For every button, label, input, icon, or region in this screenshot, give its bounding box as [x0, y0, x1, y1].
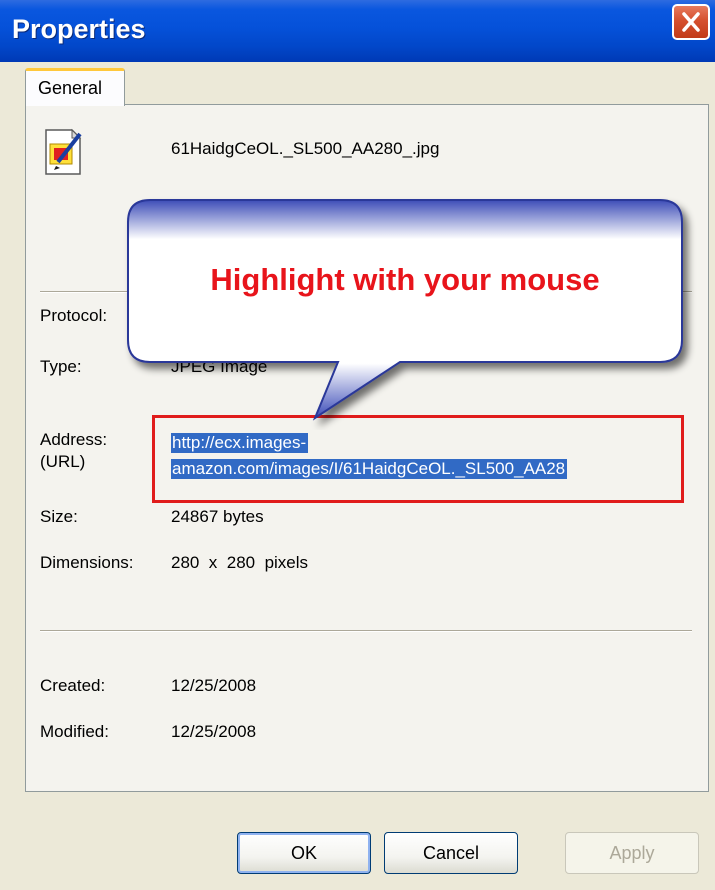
modified-label: Modified: [40, 722, 109, 741]
callout-text: Highlight with your mouse [210, 262, 600, 297]
close-icon [682, 12, 700, 32]
dimensions-label: Dimensions: [40, 553, 134, 572]
size-label: Size: [40, 507, 78, 526]
close-button[interactable] [672, 4, 710, 40]
jpeg-file-icon [40, 128, 84, 176]
size-value: 24867 bytes [171, 507, 264, 526]
ok-button[interactable]: OK [237, 832, 371, 874]
created-label: Created: [40, 676, 106, 695]
address-label-line1: Address: [40, 430, 108, 449]
window-title: Properties [12, 14, 146, 44]
file-name: 61HaidgCeOL._SL500_AA280_.jpg [171, 139, 440, 158]
apply-button[interactable]: Apply [565, 832, 699, 874]
type-label: Type: [40, 357, 82, 376]
cancel-button[interactable]: Cancel [384, 832, 518, 874]
title-bar[interactable]: Properties [0, 0, 715, 62]
address-label-line2: (URL) [40, 452, 86, 471]
address-value-line2[interactable]: amazon.com/images/I/61HaidgCeOL._SL500_A… [171, 459, 568, 479]
tab-general[interactable]: General [25, 68, 125, 106]
modified-value: 12/25/2008 [171, 722, 257, 741]
protocol-label: Protocol: [40, 306, 108, 325]
callout-bubble [127, 199, 683, 421]
tab-general-label: General [38, 78, 103, 98]
properties-window: Properties General 61HaidgCeOL._SL500_AA… [0, 0, 715, 890]
created-value: 12/25/2008 [171, 676, 257, 695]
address-value-line1[interactable]: http://ecx.images- [171, 433, 309, 453]
separator-bottom [40, 630, 692, 632]
dimensions-value: 280 x 280 pixels [171, 553, 309, 572]
